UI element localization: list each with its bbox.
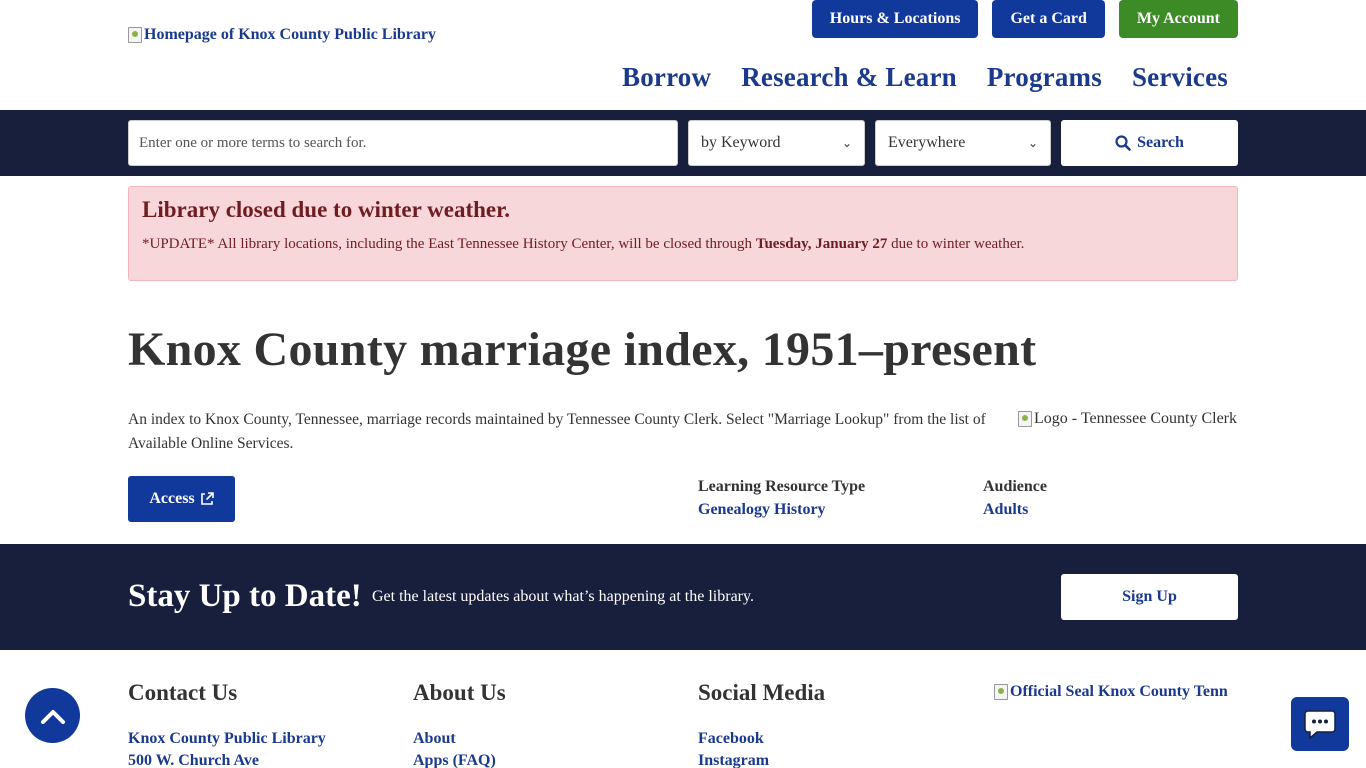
footer-contact-title: Contact Us [128,680,238,705]
broken-image-icon [994,684,1008,700]
nav-research-learn[interactable]: Research & Learn [741,62,967,93]
search-icon [1115,135,1131,151]
footer-about-link[interactable]: About [413,728,506,750]
search-bar: Enter one or more terms to search for. b… [0,110,1366,176]
clerk-logo: Logo - Tennessee County Clerk [1018,410,1237,428]
audience-link[interactable]: Adults [983,501,1047,519]
access-button[interactable]: Access [128,476,235,522]
main-nav: Borrow Research & Learn Programs Service… [622,62,1238,93]
external-link-icon [200,492,214,505]
search-button-label: Search [1137,134,1184,151]
alert-body-suffix: due to winter weather. [887,236,1025,252]
search-button[interactable]: Search [1061,120,1238,166]
newsletter-band: Stay Up to Date! Get the latest updates … [0,544,1366,650]
get-a-card-button[interactable]: Get a Card [992,0,1105,38]
site-logo-alt: Homepage of Knox County Public Library [144,26,437,43]
clerk-logo-alt: Logo - Tennessee County Clerk [1034,410,1237,427]
chevron-down-icon: ⌄ [841,136,852,150]
site-header: Homepage of Knox County Public Library H… [0,0,1366,110]
footer-facebook-link[interactable]: Facebook [698,728,825,750]
footer-library-name-link[interactable]: Knox County Public Library [128,728,326,750]
broken-image-icon [1018,411,1032,427]
chat-bubble-icon [1304,710,1336,740]
footer-about: About Us About Apps (FAQ) [413,680,506,768]
page-title: Knox County marriage index, 1951–present [128,323,1037,376]
alert-body: *UPDATE* All library locations, includin… [142,236,1224,253]
chevron-up-icon [40,709,65,724]
search-type-value: by Keyword [701,134,781,151]
search-scope-select[interactable]: Everywhere ⌄ [875,120,1051,166]
closure-alert: Library closed due to winter weather. *U… [128,186,1238,281]
county-seal-alt: Official Seal Knox County Tenn [1010,683,1228,700]
hours-locations-button[interactable]: Hours & Locations [811,0,979,38]
sign-up-button[interactable]: Sign Up [1061,574,1238,620]
resource-type-block: Learning Resource Type Genealogy History [698,478,865,519]
county-seal-link[interactable]: Official Seal Knox County Tenn [994,683,1228,701]
site-logo-link[interactable]: Homepage of Knox County Public Library [128,26,436,44]
footer-instagram-link[interactable]: Instagram [698,750,825,768]
utility-buttons: Hours & Locations Get a Card My Account [811,0,1238,38]
resource-description: An index to Knox County, Tennessee, marr… [128,411,986,452]
broken-image-icon [128,27,142,43]
footer-social: Social Media Facebook Instagram [698,680,825,768]
chevron-down-icon: ⌄ [1027,136,1038,150]
search-type-select[interactable]: by Keyword ⌄ [688,120,865,166]
footer-contact: Contact Us Knox County Public Library 50… [128,680,326,768]
resource-type-link[interactable]: Genealogy History [698,501,865,519]
alert-body-prefix: *UPDATE* All library locations, includin… [142,236,756,252]
footer-social-title: Social Media [698,680,826,705]
footer-address-link[interactable]: 500 W. Church Ave [128,750,326,768]
alert-title: Library closed due to winter weather. [142,197,510,222]
audience-label: Audience [983,478,1047,495]
audience-block: Audience Adults [983,478,1047,519]
nav-programs[interactable]: Programs [987,62,1112,93]
search-scope-value: Everywhere [888,134,966,151]
newsletter-title: Stay Up to Date! [128,578,362,614]
resource-type-label: Learning Resource Type [698,478,866,495]
access-button-label: Access [149,490,195,507]
nav-services[interactable]: Services [1132,62,1238,93]
newsletter-text: Get the latest updates about what’s happ… [372,588,754,605]
footer-about-title: About Us [413,680,506,705]
alert-body-date: Tuesday, January 27 [755,236,888,252]
nav-borrow[interactable]: Borrow [622,62,721,93]
scroll-to-top-button[interactable] [25,688,80,743]
search-input[interactable]: Enter one or more terms to search for. [128,120,678,166]
my-account-button[interactable]: My Account [1118,0,1238,38]
chat-button[interactable] [1291,697,1349,751]
footer-apps-faq-link[interactable]: Apps (FAQ) [413,750,506,768]
